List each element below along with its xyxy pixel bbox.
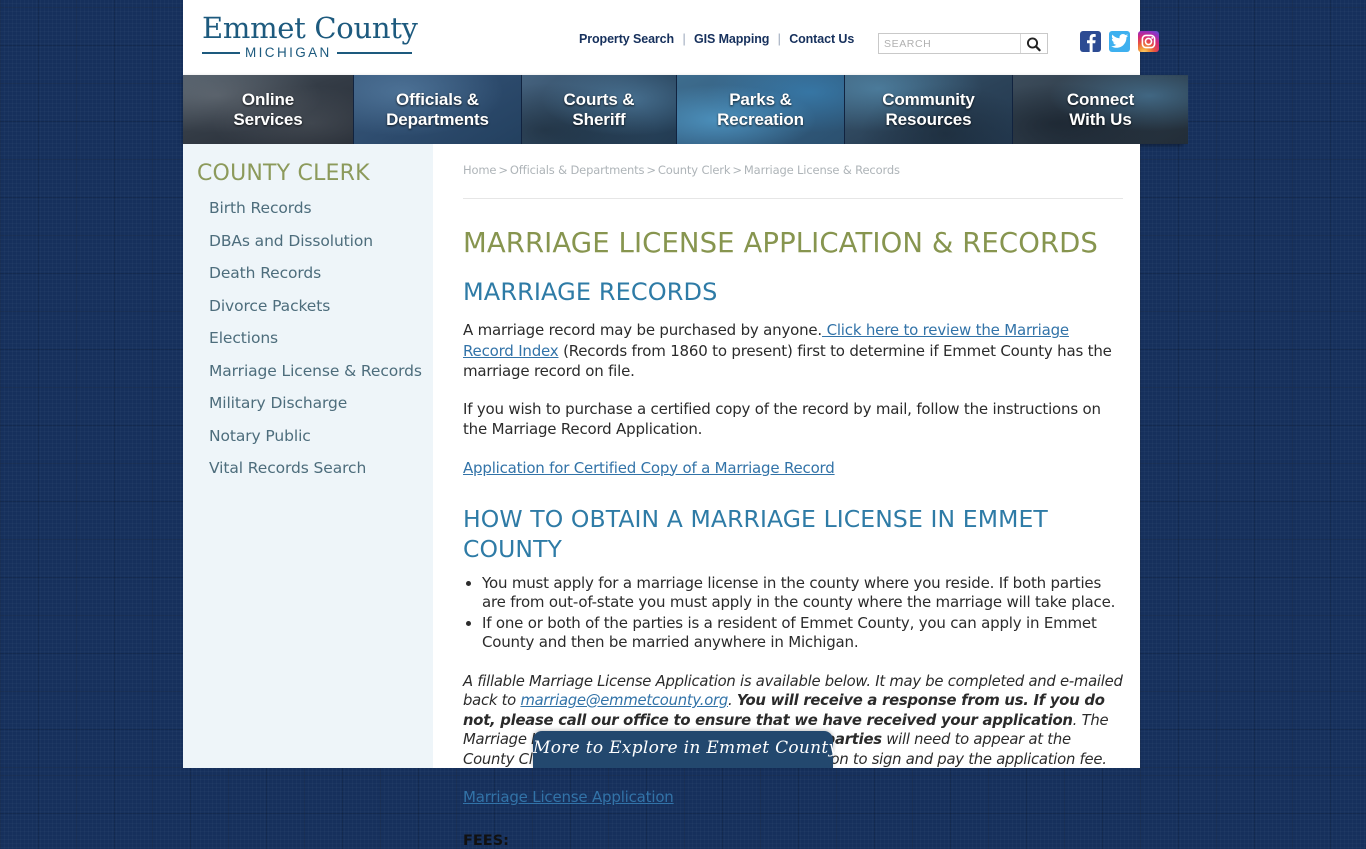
nav-label-line2: Recreation	[717, 109, 804, 129]
site-header: Emmet County MICHIGAN Property Search | …	[183, 0, 1159, 75]
sidebar-item-label[interactable]: Marriage License & Records	[209, 362, 422, 380]
breadcrumb-divider	[463, 198, 1123, 199]
sidebar-item-divorce-packets[interactable]: Divorce Packets	[183, 297, 433, 316]
search-icon	[1021, 36, 1047, 52]
explore-banner-label: More to Explore in Emmet County	[533, 738, 839, 758]
link-application-certified-copy[interactable]: Application for Certified Copy of a Marr…	[463, 459, 835, 477]
nav-item-label: Courts & Sheriff	[564, 90, 635, 130]
note-text-part2: .	[727, 692, 737, 709]
sidebar-item-label[interactable]: Divorce Packets	[209, 297, 330, 315]
search-box	[878, 33, 1048, 54]
list-how-to-obtain: You must apply for a marriage license in…	[463, 574, 1123, 653]
sidebar-item-birth-records[interactable]: Birth Records	[183, 199, 433, 218]
logo-rule-right	[336, 51, 412, 54]
sidebar-item-label[interactable]: DBAs and Dissolution	[209, 232, 373, 250]
sidebar-menu: Birth Records DBAs and Dissolution Death…	[183, 199, 433, 478]
main-navigation: Online Services Officials & Departments …	[183, 75, 1188, 144]
sidebar-item-label[interactable]: Birth Records	[209, 199, 312, 217]
nav-label-line2: Resources	[885, 109, 972, 129]
main-content: Home > Officials & Departments > County Cler…	[463, 144, 1140, 849]
facebook-icon[interactable]	[1080, 31, 1101, 52]
paragraph-text-after-link: (Records from 1860 to present) first to …	[463, 341, 1112, 381]
sidebar-item-vital-records-search[interactable]: Vital Records Search	[183, 459, 433, 478]
nav-label-line1: Online	[241, 89, 295, 109]
breadcrumb-separator: >	[732, 163, 742, 177]
nav-label-line1: Connect	[1066, 89, 1135, 109]
sidebar-title: COUNTY CLERK	[197, 161, 370, 186]
nav-item-officials-departments[interactable]: Officials & Departments	[354, 75, 522, 144]
nav-label-line1: Parks &	[729, 89, 792, 109]
breadcrumb-separator: >	[646, 163, 656, 177]
sidebar: COUNTY CLERK Birth Records DBAs and Diss…	[183, 144, 433, 768]
logo-title: Emmet County	[202, 11, 418, 45]
fees-label: FEES:	[463, 833, 509, 849]
twitter-icon[interactable]	[1109, 31, 1130, 52]
nav-label-line2: Services	[233, 109, 303, 129]
header-utility-links: Property Search | GIS Mapping | Contact …	[579, 32, 854, 46]
list-item: If one or both of the parties is a resid…	[482, 614, 1123, 653]
section-heading-how-to-obtain: HOW TO OBTAIN A MARRIAGE LICENSE IN EMME…	[463, 504, 1048, 563]
page-title: MARRIAGE LICENSE APPLICATION & RECORDS	[463, 227, 1098, 259]
link-property-search[interactable]: Property Search	[579, 32, 674, 46]
nav-item-community-resources[interactable]: Community Resources	[845, 75, 1013, 144]
nav-label-line1: Officials &	[396, 89, 479, 109]
sidebar-item-notary-public[interactable]: Notary Public	[183, 427, 433, 446]
nav-label-line1: Courts &	[563, 89, 635, 109]
paragraph-marriage-record-purchase: A marriage record may be purchased by an…	[463, 320, 1123, 382]
list-item: You must apply for a marriage license in…	[482, 574, 1123, 613]
search-button[interactable]	[1020, 34, 1047, 53]
sidebar-item-dbas-dissolution[interactable]: DBAs and Dissolution	[183, 232, 433, 251]
sidebar-item-military-discharge[interactable]: Military Discharge	[183, 394, 433, 413]
explore-banner[interactable]: More to Explore in Emmet County	[533, 731, 839, 768]
nav-label-line2: Sheriff	[572, 109, 626, 129]
link-marriage-email[interactable]: marriage@emmetcounty.org	[520, 692, 728, 709]
search-input[interactable]	[879, 34, 1022, 53]
sidebar-item-death-records[interactable]: Death Records	[183, 264, 433, 283]
logo-rule-left	[202, 51, 240, 54]
paragraph-certified-copy: If you wish to purchase a certified copy…	[463, 399, 1101, 439]
breadcrumb-item-home[interactable]: Home	[463, 163, 497, 177]
breadcrumb-item-current: Marriage License & Records	[743, 163, 900, 177]
breadcrumb-item-officials-departments[interactable]: Officials & Departments	[510, 163, 645, 177]
sidebar-item-label[interactable]: Death Records	[209, 264, 321, 282]
nav-label-line2: Departments	[386, 109, 489, 129]
instagram-icon[interactable]	[1138, 31, 1159, 52]
breadcrumb-separator: >	[498, 163, 508, 177]
nav-item-label: Community Resources	[882, 90, 975, 130]
paragraph-text-before-link: A marriage record may be purchased by an…	[463, 321, 822, 339]
nav-label-line1: Community	[882, 89, 975, 109]
breadcrumb-item-county-clerk[interactable]: County Clerk	[658, 163, 731, 177]
breadcrumb: Home > Officials & Departments > County Cler…	[463, 163, 1123, 177]
link-gis-mapping[interactable]: GIS Mapping	[694, 32, 769, 46]
social-links	[1080, 31, 1159, 52]
paragraph-certified-copy-link: Application for Certified Copy of a Marr…	[463, 459, 1123, 478]
sidebar-item-label[interactable]: Vital Records Search	[209, 459, 366, 477]
nav-item-connect-with-us[interactable]: Connect With Us	[1013, 75, 1188, 144]
logo-subtitle-row: MICHIGAN	[202, 45, 412, 60]
link-contact-us[interactable]: Contact Us	[789, 32, 854, 46]
nav-item-courts-sheriff[interactable]: Courts & Sheriff	[522, 75, 677, 144]
nav-item-label: Connect With Us	[1067, 90, 1134, 130]
content-area: COUNTY CLERK Birth Records DBAs and Diss…	[183, 144, 1140, 849]
nav-item-parks-recreation[interactable]: Parks & Recreation	[677, 75, 845, 144]
logo-subtitle: MICHIGAN	[245, 45, 332, 60]
sidebar-item-elections[interactable]: Elections	[183, 329, 433, 348]
nav-item-online-services[interactable]: Online Services	[183, 75, 354, 144]
link-separator-1: |	[682, 32, 686, 46]
sidebar-item-label[interactable]: Notary Public	[209, 427, 311, 445]
nav-label-line2: With Us	[1069, 109, 1132, 129]
link-marriage-license-application[interactable]: Marriage License Application	[463, 788, 674, 806]
nav-item-label: Officials & Departments	[386, 90, 489, 130]
sidebar-item-marriage-license-records[interactable]: Marriage License & Records	[183, 362, 433, 381]
nav-item-label: Online Services	[233, 90, 302, 130]
site-logo[interactable]: Emmet County MICHIGAN	[202, 11, 418, 60]
paragraph-application-link: Marriage License Application	[463, 788, 1123, 807]
sidebar-item-label[interactable]: Elections	[209, 329, 278, 347]
section-heading-marriage-records: MARRIAGE RECORDS	[463, 278, 718, 306]
site-page: Emmet County MICHIGAN Property Search | …	[183, 0, 1188, 849]
nav-item-label: Parks & Recreation	[717, 90, 804, 130]
sidebar-item-label[interactable]: Military Discharge	[209, 394, 347, 412]
link-separator-2: |	[777, 32, 781, 46]
